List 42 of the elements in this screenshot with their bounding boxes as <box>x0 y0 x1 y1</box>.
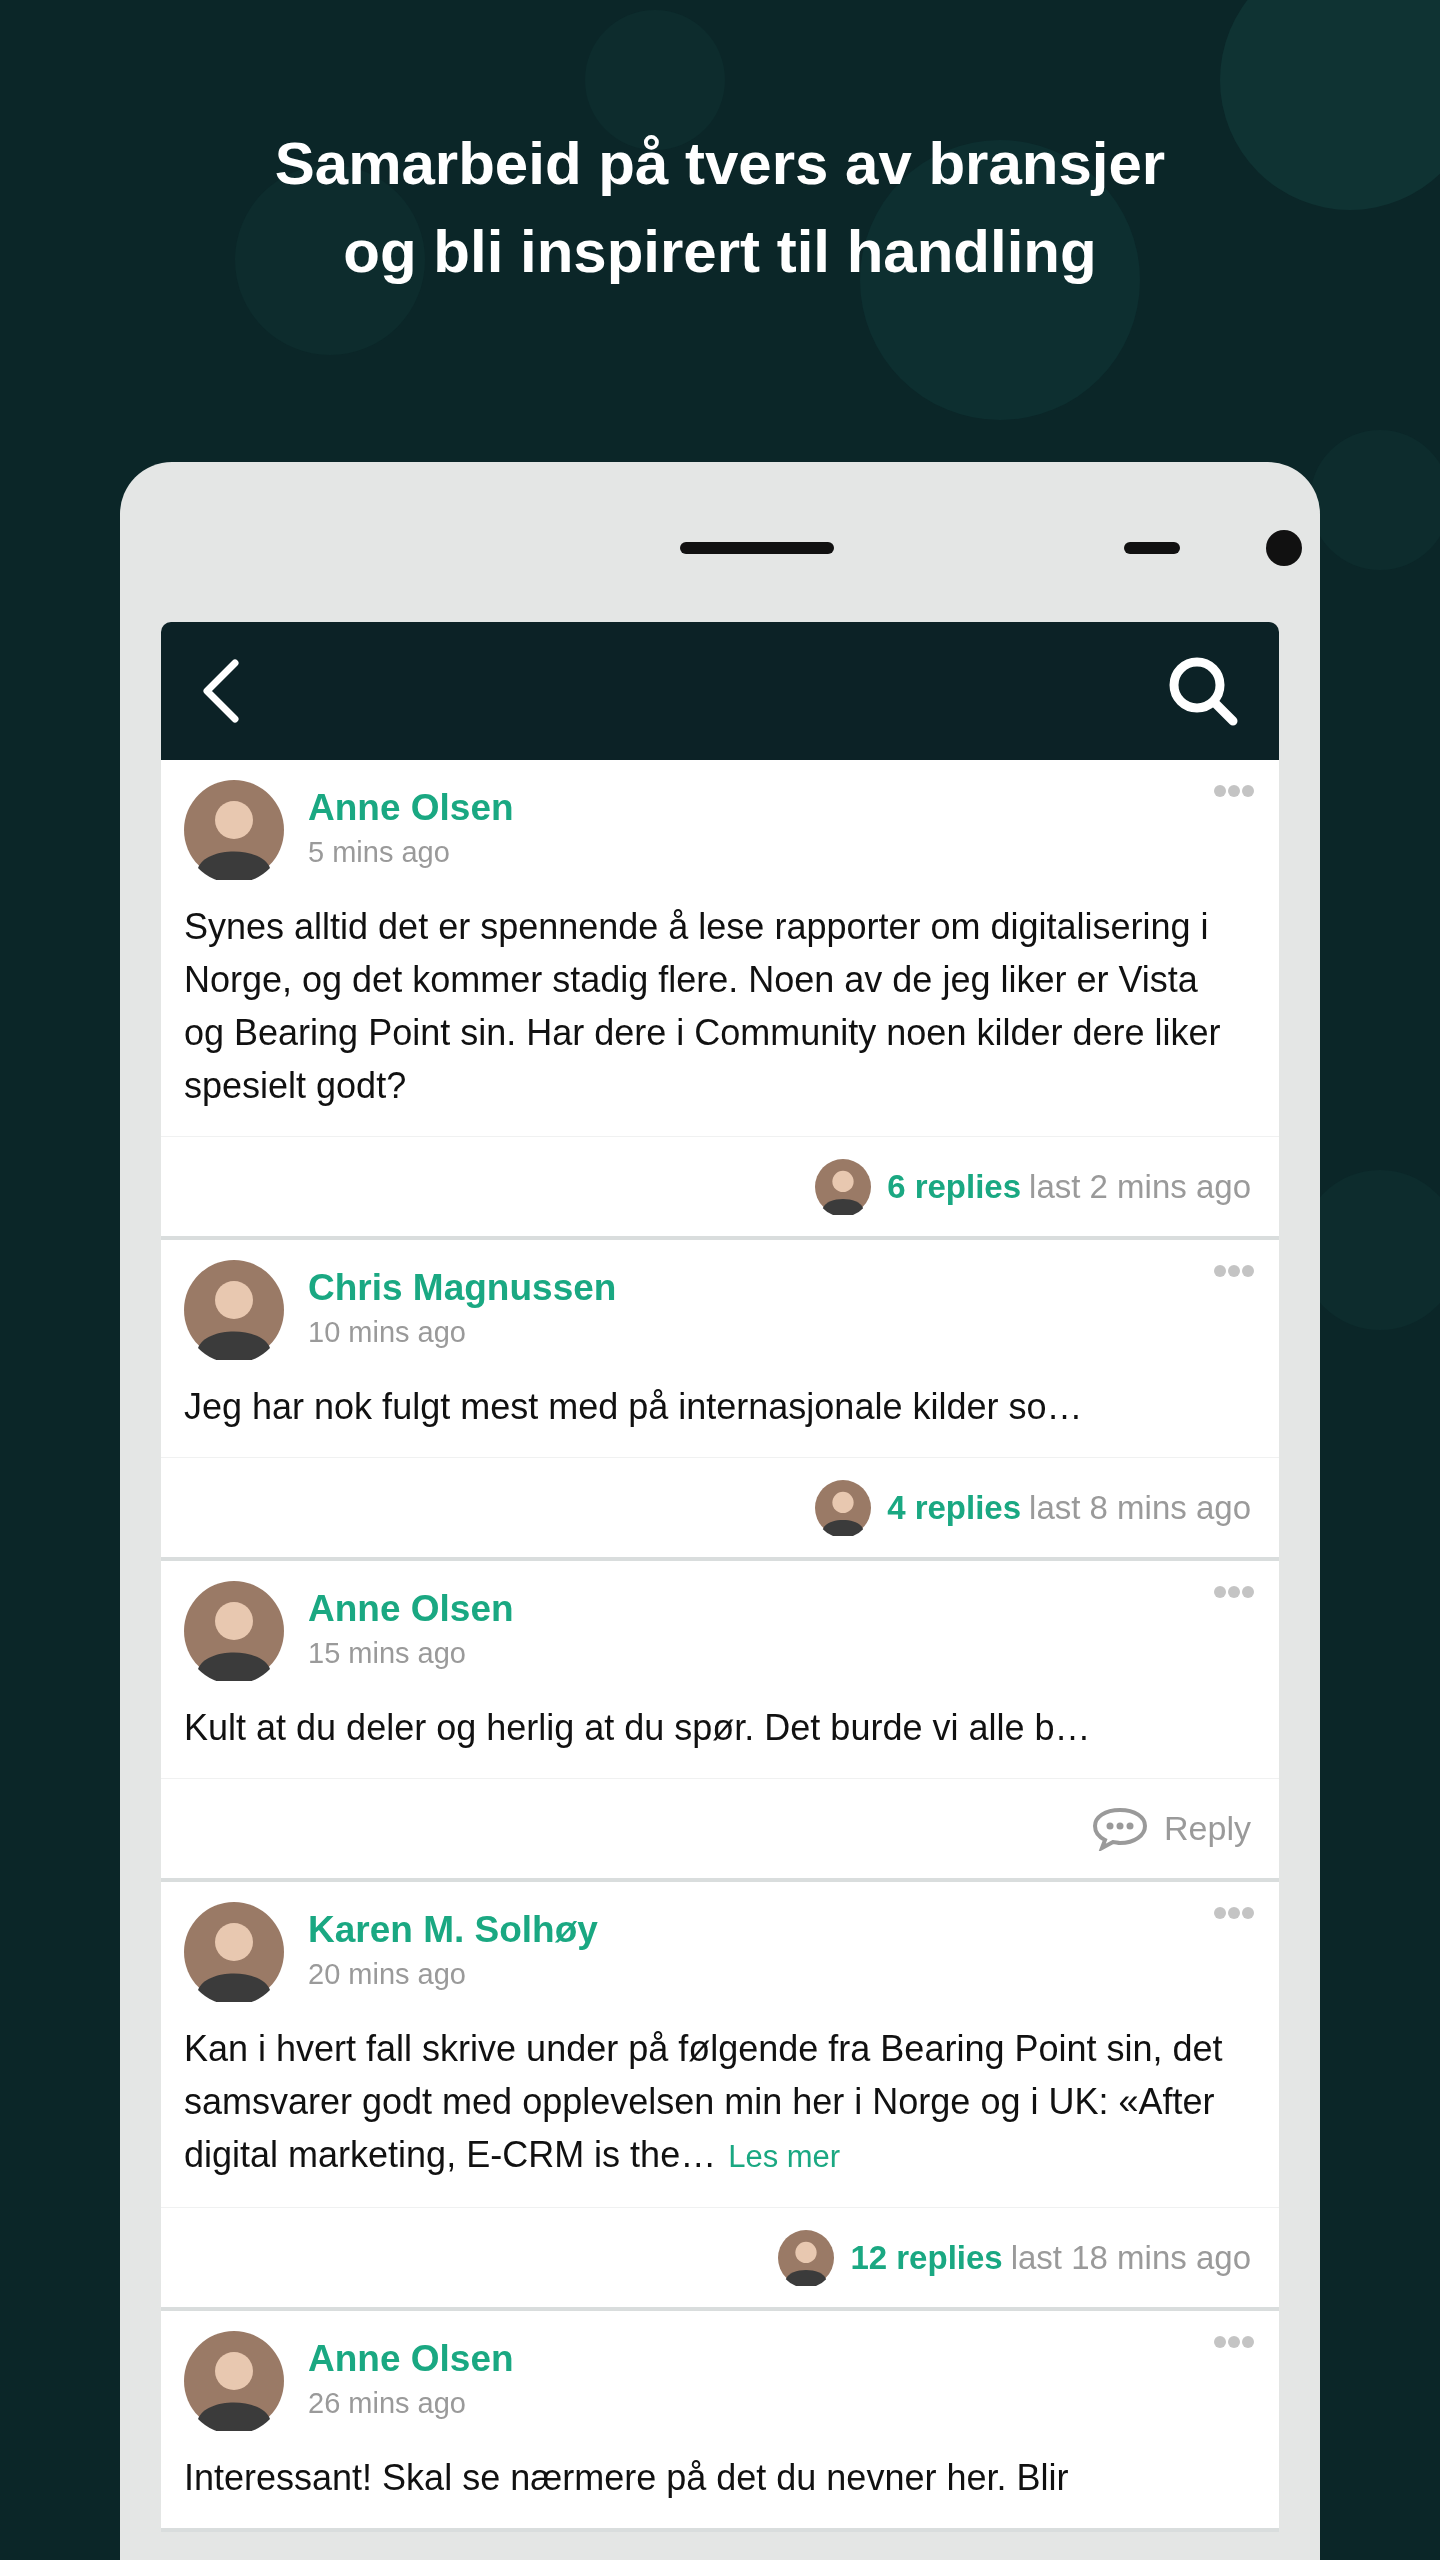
headline: Samarbeid på tvers av bransjer <box>274 129 1166 199</box>
avatar-icon <box>815 1158 872 1215</box>
more-options-icon[interactable] <box>1213 1264 1255 1278</box>
post-time: 26 mins ago <box>308 2386 467 2421</box>
post-text: Synes alltid det er spennende å lese rapporter om digitalisering i Norge, og det kommer stadig flere. Noen av de jeg liker er Vista og Bearing Point sin. Har dere i Community noen kilder dere liker spesielt godt? <box>183 905 1222 1108</box>
speech-bubble-icon <box>1092 1806 1149 1851</box>
last-reply-time: last 8 mins ago <box>1029 1487 1251 1528</box>
author-name[interactable]: Anne Olsen <box>308 1585 514 1633</box>
author-name[interactable]: Anne Olsen <box>308 784 514 832</box>
avatar-icon <box>184 780 284 880</box>
more-options-icon[interactable] <box>1213 2335 1255 2349</box>
back-icon[interactable] <box>201 659 241 723</box>
post-text: Kan i hvert fall skrive under på følgende fra Bearing Point sin, det samsvarer godt med opplevelsen min her i Norge og i UK: «After digital marketing, E-CRM is the… Les mer <box>183 2027 1224 2177</box>
post-text: Jeg har nok fulgt mest med på internasjonale kilder so… <box>183 1385 1084 1429</box>
more-options-icon[interactable] <box>1213 784 1255 798</box>
more-options-icon[interactable] <box>1213 1585 1255 1599</box>
sensor-bar <box>1124 542 1180 554</box>
avatar-icon <box>815 1479 872 1536</box>
replies-link[interactable]: 6 replies <box>887 1161 1022 1212</box>
post-time: 10 mins ago <box>308 1315 467 1350</box>
search-icon[interactable] <box>1167 655 1239 727</box>
author-name[interactable]: Karen M. Solhøy <box>308 1906 598 1954</box>
more-options-icon[interactable] <box>1213 1906 1255 1920</box>
avatar-icon <box>184 2331 284 2431</box>
author-name[interactable]: Anne Olsen <box>308 2335 514 2383</box>
avatar-icon <box>184 1581 284 1681</box>
headline: og bli inspirert til handling <box>343 217 1097 287</box>
author-name[interactable]: Chris Magnussen <box>308 1264 617 1312</box>
post-time: 20 mins ago <box>308 1957 467 1992</box>
avatar-icon <box>184 1902 284 2002</box>
post-text: Kult at du deler og herlig at du spør. Det burde vi alle b… <box>183 1706 1092 1750</box>
replies-link[interactable]: 4 replies <box>887 1482 1022 1533</box>
post-time: 5 mins ago <box>308 835 451 870</box>
last-reply-time: last 18 mins ago <box>1010 2237 1251 2278</box>
reply-button[interactable]: Reply <box>1092 1803 1251 1854</box>
avatar-icon <box>184 1260 284 1360</box>
post-text: Interessant! Skal se nærmere på det du nevner her. Blir <box>183 2456 1070 2500</box>
avatar-icon <box>778 2229 835 2286</box>
last-reply-time: last 2 mins ago <box>1029 1166 1251 1207</box>
read-more-link[interactable]: Les mer <box>728 2139 841 2174</box>
post-time: 15 mins ago <box>308 1636 467 1671</box>
replies-link[interactable]: 12 replies <box>850 2232 1003 2283</box>
